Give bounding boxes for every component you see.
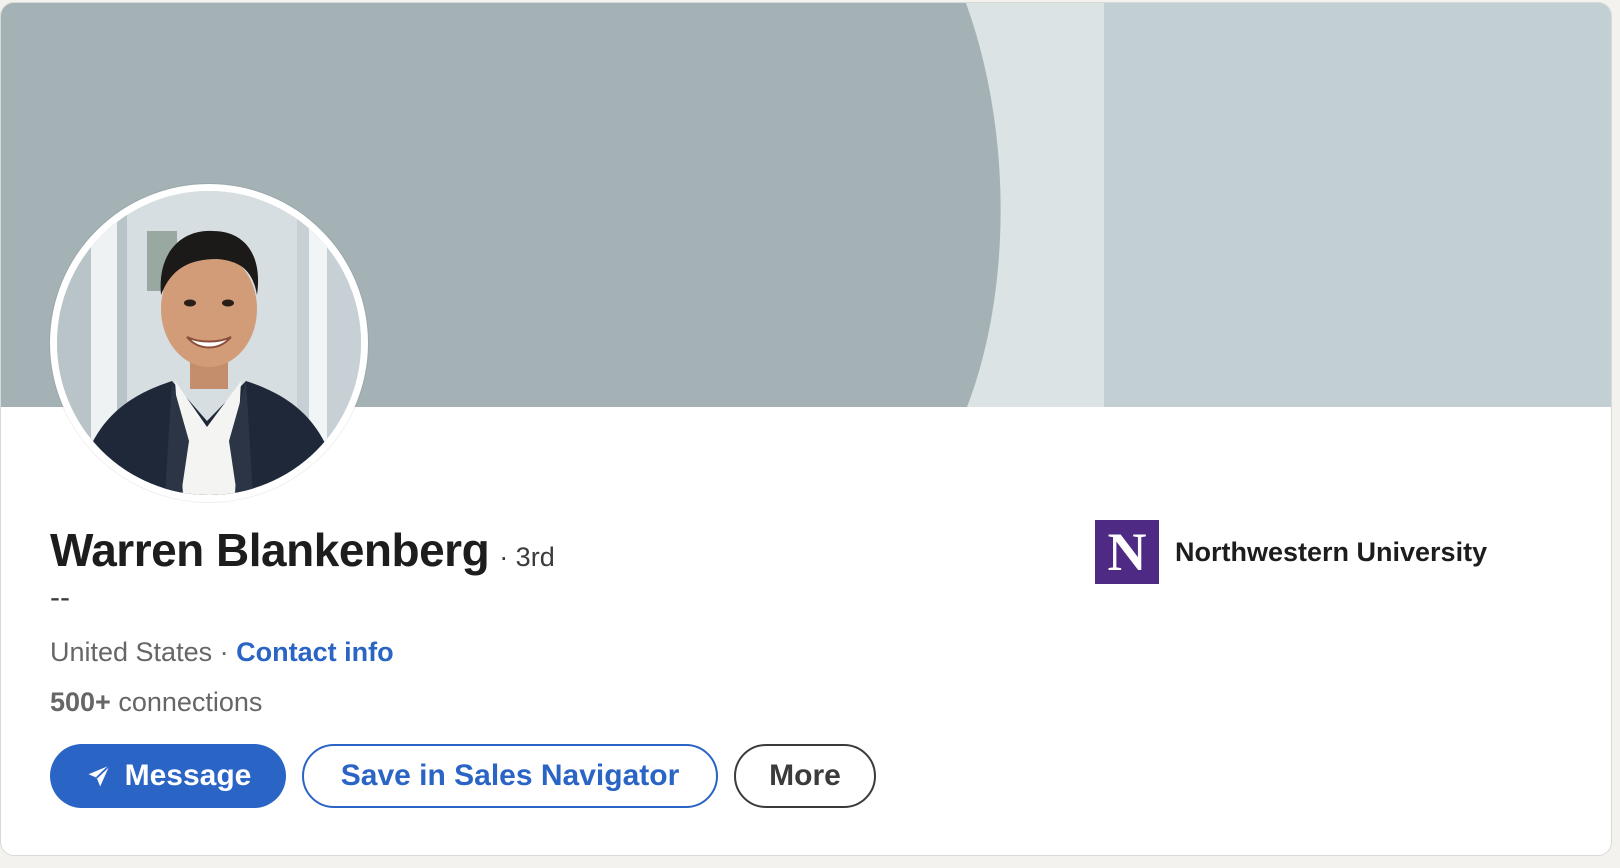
more-button[interactable]: More [734,744,876,808]
message-button[interactable]: Message [50,744,286,808]
northwestern-logo-icon: N [1095,520,1159,584]
name-row: Warren Blankenberg · 3rd [50,523,555,577]
more-button-label: More [769,759,841,792]
profile-headline: -- [50,581,70,614]
location-separator: · [212,637,237,667]
message-button-label: Message [124,759,252,792]
connections-label: connections [110,687,263,717]
profile-name: Warren Blankenberg [50,524,490,576]
connection-degree: · 3rd [499,542,555,572]
connections-row[interactable]: 500+ connections [50,687,262,718]
profile-photo[interactable] [50,184,368,502]
save-button-label: Save in Sales Navigator [340,759,680,792]
connections-count: 500+ [50,687,111,717]
contact-info-link[interactable]: Contact info [236,637,393,667]
location-row: United States · Contact info [50,637,394,668]
profile-location: United States [50,637,213,667]
school-name: Northwestern University [1175,536,1488,567]
save-in-sales-navigator-button[interactable]: Save in Sales Navigator [302,744,718,808]
paper-plane-icon [88,764,110,787]
profile-photo-image [57,191,361,495]
education-link[interactable]: N Northwestern University [1095,520,1487,584]
school-logo-letter: N [1107,522,1147,582]
profile-card: Warren Blankenberg · 3rd -- United State… [0,2,1612,856]
